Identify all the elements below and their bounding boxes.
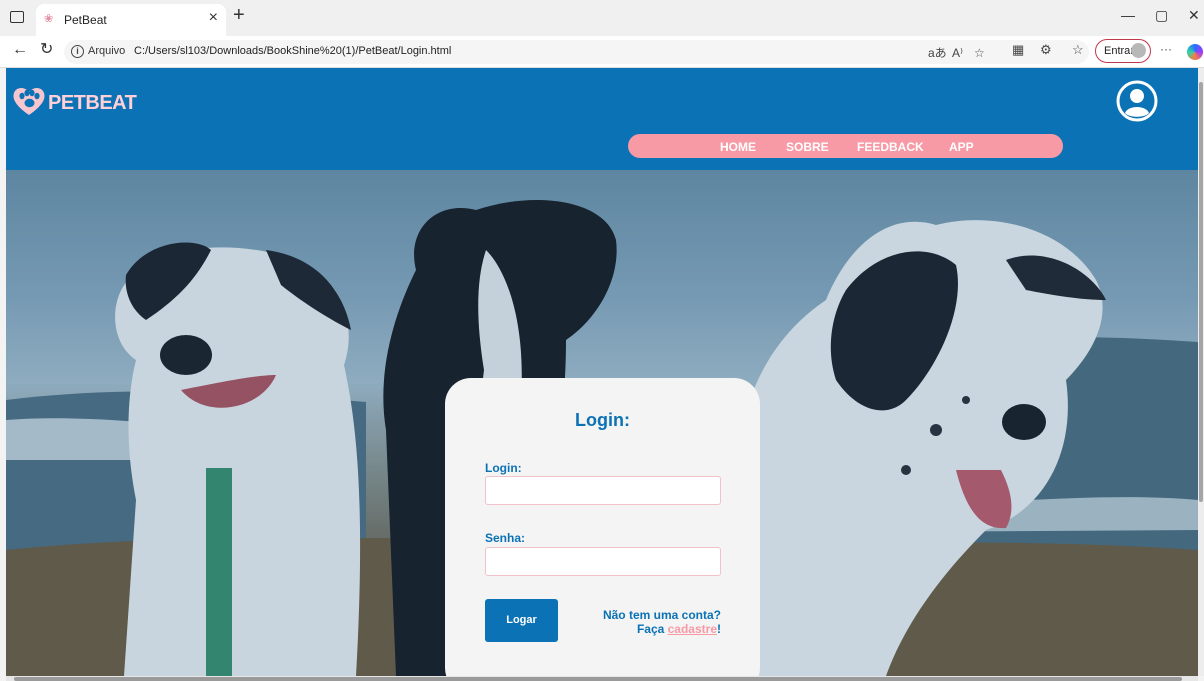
favorites-list-icon[interactable]: ☆ [1072,43,1084,56]
tab-actions-icon[interactable] [10,11,24,23]
login-card: Login: Login: Senha: Logar Não tem uma c… [445,378,760,676]
more-menu-icon[interactable]: ··· [1160,43,1172,55]
web-page: PETBEAT HOME SOBRE FEEDBACK APP Login: L… [6,68,1198,676]
address-bar-row: ← ↻ i Arquivo C:/Users/sl103/Downloads/B… [0,36,1204,68]
login-title: Login: [575,410,630,430]
nav-feedback[interactable]: FEEDBACK [857,140,924,154]
signup-link[interactable]: cadastre [668,622,717,636]
url-bar[interactable]: i Arquivo C:/Users/sl103/Downloads/BookS… [64,40,1089,64]
tab-close-icon[interactable]: × [209,10,218,26]
paw-favicon-icon: ❀ [44,13,54,25]
signup-prompt: Faça cadastre! [637,622,721,636]
horizontal-scrollbar-thumb[interactable] [14,677,1182,681]
login-field-label: Login: [485,461,522,475]
no-account-text: Não tem uma conta? [602,608,721,622]
profile-avatar-icon [1131,43,1146,58]
sign-in-button[interactable]: Entrar [1095,39,1151,63]
password-field-label: Senha: [485,531,526,545]
nav-app[interactable]: APP [949,140,974,154]
signup-suffix: ! [717,622,721,636]
read-aloud-icon[interactable]: A⁾ [952,47,963,59]
user-profile-icon[interactable] [1116,80,1158,122]
url-scheme-label: Arquivo [88,45,126,57]
nav-sobre[interactable]: SOBRE [786,140,829,154]
nav-home[interactable]: HOME [720,140,756,154]
paw-heart-logo-icon[interactable] [12,86,46,116]
restore-icon[interactable]: ▢ [1155,8,1168,22]
logo-text[interactable]: PETBEAT [48,92,137,115]
signup-prefix: Faça [636,622,668,636]
vertical-scrollbar[interactable] [1198,68,1204,676]
vertical-scrollbar-thumb[interactable] [1199,82,1203,502]
refresh-icon[interactable]: ↻ [40,42,53,58]
close-window-icon[interactable]: ✕ [1188,8,1200,22]
horizontal-scrollbar[interactable] [6,676,1198,681]
login-submit-button[interactable]: Logar [485,599,558,642]
password-input[interactable] [485,547,721,576]
main-nav: HOME SOBRE FEEDBACK APP [628,134,1063,158]
browser-tab-bar: ❀ PetBeat × + — ▢ ✕ [0,0,1204,36]
back-arrow-icon[interactable]: ← [12,42,28,58]
site-header: PETBEAT HOME SOBRE FEEDBACK APP [6,68,1198,170]
translate-icon[interactable]: aあ [928,47,947,59]
browser-tab[interactable]: ❀ PetBeat × [36,4,226,36]
extension-icon[interactable]: ▦ [1012,43,1024,56]
url-text[interactable]: C:/Users/sl103/Downloads/BookShine%20(1)… [134,45,451,57]
new-tab-button[interactable]: + [233,5,245,25]
hero-background: Login: Login: Senha: Logar Não tem uma c… [6,170,1198,676]
sign-in-label: Entrar [1104,45,1134,57]
minimize-icon[interactable]: — [1121,8,1135,22]
tab-title: PetBeat [64,13,107,27]
favorite-star-icon[interactable]: ☆ [974,47,985,59]
extensions-puzzle-icon[interactable]: ⚙ [1040,43,1052,56]
copilot-icon[interactable] [1187,44,1203,60]
login-input[interactable] [485,476,721,505]
info-icon[interactable]: i [71,45,84,58]
